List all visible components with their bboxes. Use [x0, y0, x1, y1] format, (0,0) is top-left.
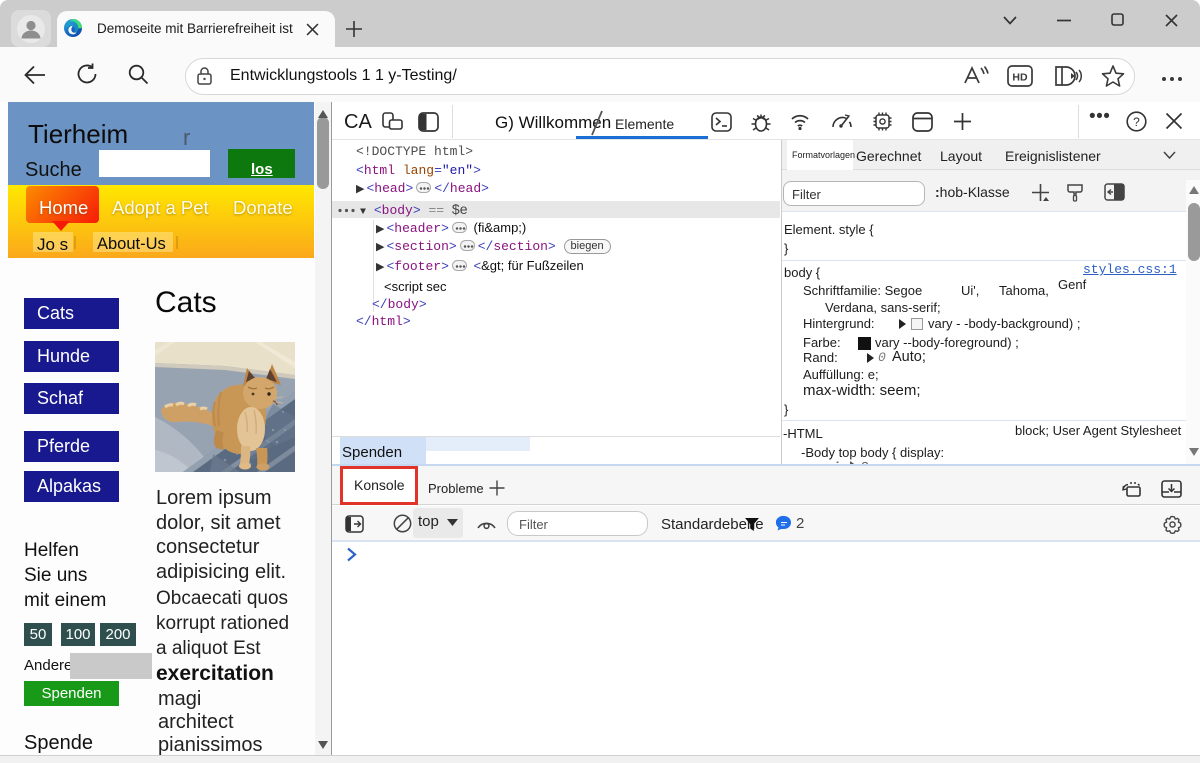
- svg-text:HD: HD: [1012, 72, 1028, 84]
- svg-text:?: ?: [1133, 115, 1140, 129]
